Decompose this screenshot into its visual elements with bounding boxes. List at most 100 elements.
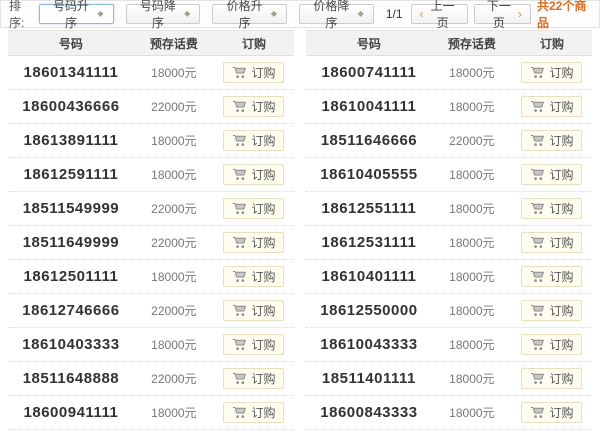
phone-number: 18511549999 [8, 200, 134, 217]
order-button-label: 订购 [251, 132, 275, 149]
cart-icon [530, 270, 545, 283]
sort-label: 排序: [9, 0, 35, 31]
order-cell: 订购 [512, 402, 592, 424]
table-row: 1861274666622000元订购 [8, 294, 294, 328]
header-price: 预存话费 [134, 35, 214, 52]
order-button[interactable]: 订购 [521, 266, 582, 287]
next-page-label: 下一页 [483, 0, 515, 31]
order-button[interactable]: 订购 [223, 96, 284, 117]
prev-page-button[interactable]: ‹ 上一页 [411, 4, 468, 24]
price-value: 18000元 [432, 98, 512, 115]
table-row: 1860074111118000元订购 [306, 56, 592, 90]
sort-price-desc-button[interactable]: 价格降序 ◆ [299, 4, 374, 24]
cart-icon [232, 134, 247, 147]
cart-icon [232, 406, 247, 419]
order-button-label: 订购 [549, 64, 573, 81]
table-row: 1851140111118000元订购 [306, 362, 592, 396]
cart-icon [530, 134, 545, 147]
order-button[interactable]: 订购 [223, 402, 284, 423]
phone-number: 18610405555 [306, 166, 432, 183]
pagination: 1/1 ‹ 上一页 下一页 › 共22个商品 [386, 0, 593, 31]
table-row: 1861040555518000元订购 [306, 158, 592, 192]
table-row: 1851154999922000元订购 [8, 192, 294, 226]
cart-icon [530, 338, 545, 351]
price-value: 18000元 [432, 234, 512, 251]
order-button[interactable]: 订购 [223, 300, 284, 321]
price-value: 22000元 [134, 370, 214, 387]
table-row: 1851164666622000元订购 [306, 124, 592, 158]
order-cell: 订购 [214, 300, 294, 322]
sort-price-asc-button[interactable]: 价格升序 ◆ [212, 4, 287, 24]
order-cell: 订购 [214, 164, 294, 186]
order-button-label: 订购 [549, 234, 573, 251]
order-button[interactable]: 订购 [223, 266, 284, 287]
phone-table-right: 号码 预存话费 订购 1860074111118000元订购1861004111… [306, 30, 592, 430]
order-cell: 订购 [512, 62, 592, 84]
order-button[interactable]: 订购 [521, 232, 582, 253]
order-cell: 订购 [214, 96, 294, 118]
price-value: 18000元 [432, 200, 512, 217]
order-button-label: 订购 [549, 302, 573, 319]
phone-number: 18613891111 [8, 132, 134, 149]
cart-icon [232, 304, 247, 317]
next-page-button[interactable]: 下一页 › [474, 4, 531, 24]
sort-diamond-icon: ◆ [271, 10, 277, 18]
order-cell: 订购 [214, 368, 294, 390]
product-tables: 号码 预存话费 订购 1860134111118000元订购1860043666… [0, 28, 600, 430]
order-cell: 订购 [512, 164, 592, 186]
order-button[interactable]: 订购 [223, 198, 284, 219]
table-row: 1861255111118000元订购 [306, 192, 592, 226]
order-cell: 订购 [512, 266, 592, 288]
phone-number: 18600843333 [306, 404, 432, 421]
table-row: 1861389111118000元订购 [8, 124, 294, 158]
sort-number-asc-button[interactable]: 号码升序 ◆ [39, 4, 114, 24]
order-button[interactable]: 订购 [223, 334, 284, 355]
order-button-label: 订购 [251, 268, 275, 285]
order-button[interactable]: 订购 [521, 130, 582, 151]
cart-icon [232, 100, 247, 113]
phone-number: 18511646666 [306, 132, 432, 149]
cart-icon [530, 236, 545, 249]
order-button[interactable]: 订购 [223, 62, 284, 83]
total-products-label: 共22个商品 [537, 0, 593, 31]
price-value: 18000元 [432, 302, 512, 319]
phone-number: 18612746666 [8, 302, 134, 319]
price-value: 22000元 [134, 200, 214, 217]
order-button[interactable]: 订购 [521, 62, 582, 83]
sort-diamond-icon: ◆ [97, 10, 103, 18]
price-value: 22000元 [134, 98, 214, 115]
order-button[interactable]: 订购 [223, 130, 284, 151]
order-cell: 订购 [214, 198, 294, 220]
price-value: 18000元 [432, 404, 512, 421]
page-indicator: 1/1 [386, 7, 403, 21]
table-header: 号码 预存话费 订购 [306, 30, 592, 56]
order-button[interactable]: 订购 [223, 368, 284, 389]
order-button[interactable]: 订购 [223, 232, 284, 253]
order-button[interactable]: 订购 [521, 300, 582, 321]
order-button[interactable]: 订购 [521, 334, 582, 355]
next-arrow-icon: › [518, 8, 522, 20]
order-button[interactable]: 订购 [521, 96, 582, 117]
phone-number: 18612550000 [306, 302, 432, 319]
sort-button-label: 价格升序 [222, 0, 267, 31]
order-button[interactable]: 订购 [521, 198, 582, 219]
order-button-label: 订购 [549, 336, 573, 353]
sort-number-desc-button[interactable]: 号码降序 ◆ [126, 4, 201, 24]
phone-number: 18610403333 [8, 336, 134, 353]
order-button[interactable]: 订购 [521, 164, 582, 185]
order-button[interactable]: 订购 [521, 368, 582, 389]
table-header: 号码 预存话费 订购 [8, 30, 294, 56]
order-button[interactable]: 订购 [223, 164, 284, 185]
cart-icon [530, 372, 545, 385]
cart-icon [530, 406, 545, 419]
cart-icon [232, 338, 247, 351]
table-row: 1860084333318000元订购 [306, 396, 592, 430]
sort-button-label: 号码降序 [136, 0, 181, 31]
phone-table-left: 号码 预存话费 订购 1860134111118000元订购1860043666… [8, 30, 294, 430]
price-value: 18000元 [432, 370, 512, 387]
cart-icon [232, 202, 247, 215]
order-button[interactable]: 订购 [521, 402, 582, 423]
cart-icon [530, 168, 545, 181]
sort-button-label: 价格降序 [309, 0, 354, 31]
order-button-label: 订购 [251, 234, 275, 251]
